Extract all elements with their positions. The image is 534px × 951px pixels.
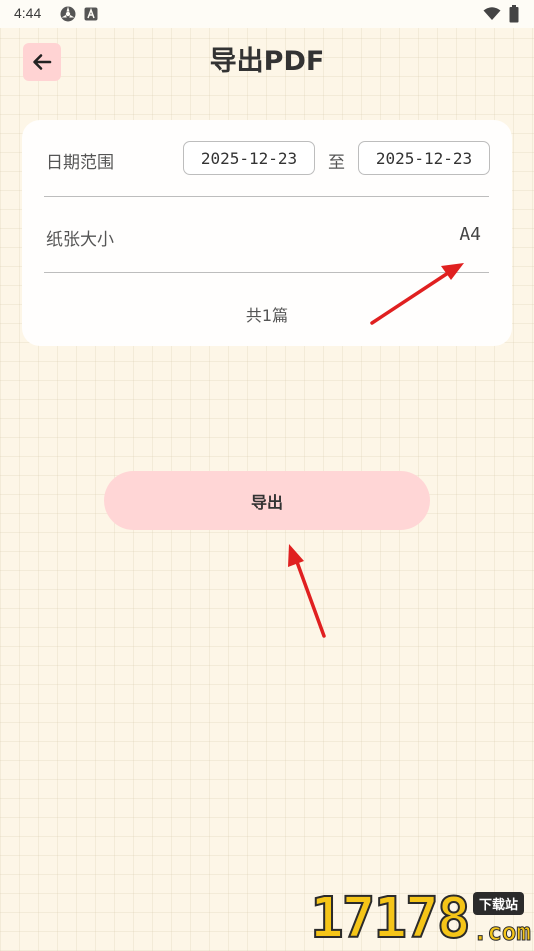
- status-bar: 4:44: [0, 0, 534, 28]
- end-date-field[interactable]: 2025-12-23: [358, 141, 490, 175]
- watermark-logo: 17178 下载站 .com: [309, 886, 534, 951]
- paper-size-label: 纸张大小: [46, 230, 114, 250]
- wifi-icon: [483, 6, 501, 25]
- watermark-digits: 17178: [309, 886, 472, 951]
- divider: [44, 196, 489, 197]
- battery-icon: [509, 5, 519, 27]
- status-time: 4:44: [14, 5, 42, 21]
- export-settings-card: 日期范围 2025-12-23 至 2025-12-23 纸张大小 A4 共1篇: [22, 120, 512, 346]
- date-range-label: 日期范围: [46, 153, 114, 173]
- export-button[interactable]: 导出: [104, 471, 430, 530]
- a-badge-icon: [84, 6, 98, 25]
- paper-size-value[interactable]: A4: [459, 224, 481, 245]
- annotation-arrow-export: [288, 544, 326, 638]
- radar-icon: [59, 5, 77, 27]
- to-label: 至: [328, 153, 345, 173]
- divider: [44, 272, 489, 273]
- start-date-field[interactable]: 2025-12-23: [183, 141, 315, 175]
- watermark-tag: 下载站: [473, 892, 525, 915]
- page-title: 导出PDF: [209, 46, 325, 77]
- article-count: 共1篇: [245, 306, 289, 325]
- watermark-domain: .com: [473, 918, 532, 947]
